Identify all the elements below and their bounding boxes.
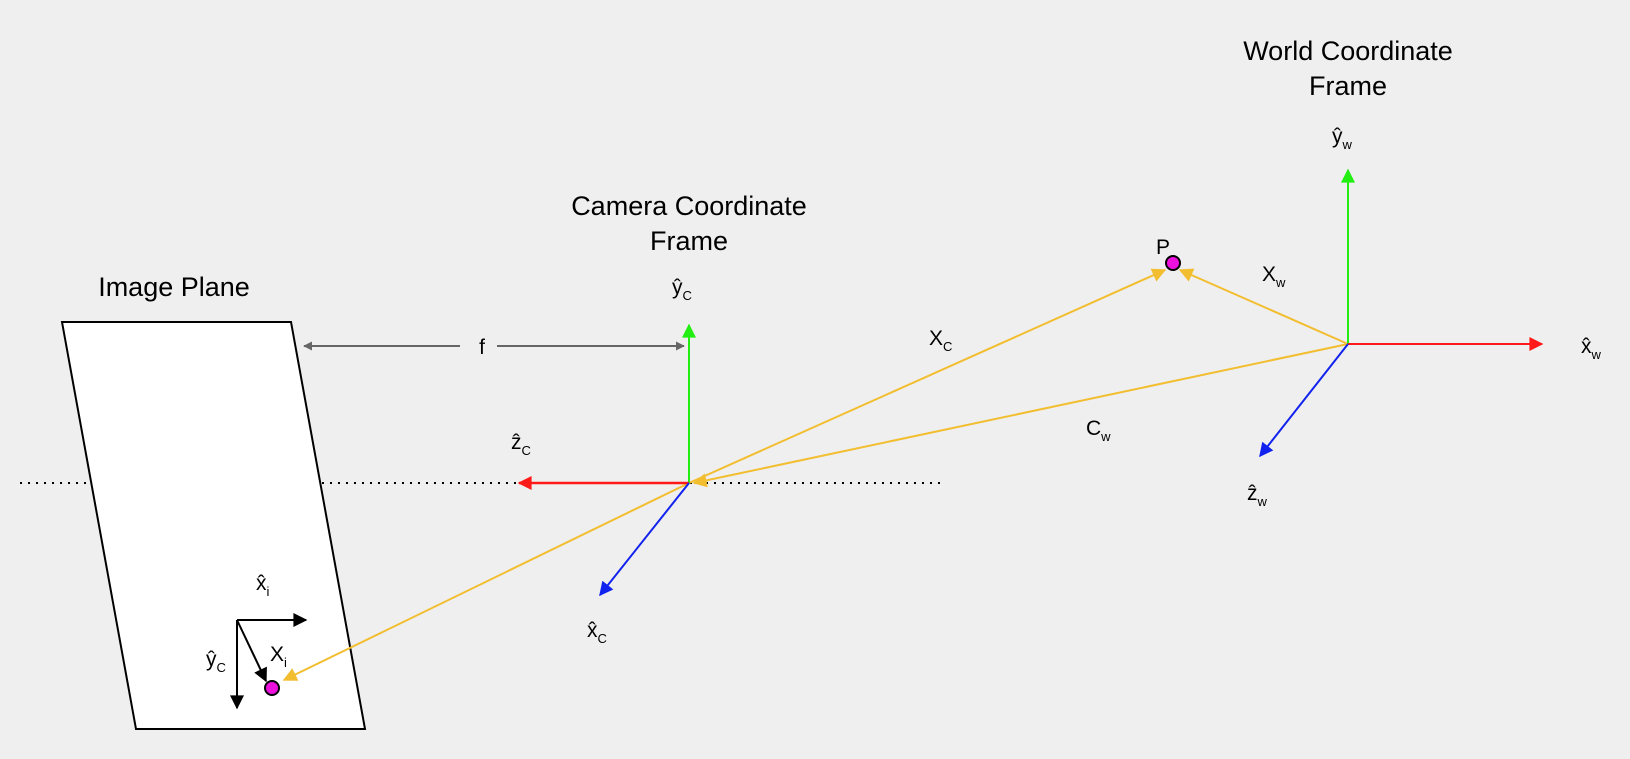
x-w-vector-label: Xw: [1262, 263, 1286, 290]
c-w-vector: [692, 343, 1349, 488]
world-y-axis-label: ŷw: [1332, 125, 1353, 152]
world-frame-title-line2: Frame: [1309, 71, 1387, 101]
image-point-marker: [264, 680, 280, 696]
x-c-vector: [688, 268, 1167, 484]
world-z-axis-label: ẑw: [1247, 482, 1268, 509]
c-w-vector-label: Cw: [1086, 417, 1111, 444]
camera-projection-diagram: Image Plane Camera Coordinate Frame Worl…: [20, 36, 1602, 730]
x-c-vector-label: XC: [929, 327, 952, 354]
x-i-projection-vector: [282, 482, 690, 681]
camera-x-axis: [599, 482, 690, 597]
focal-length-label: f: [479, 336, 485, 359]
camera-y-axis-label: ŷC: [672, 276, 692, 303]
world-frame-title-line1: World Coordinate: [1243, 36, 1453, 66]
image-plane-title: Image Plane: [98, 272, 250, 302]
point-p-label: P: [1156, 236, 1170, 259]
camera-frame-title-line1: Camera Coordinate: [571, 191, 807, 221]
camera-frame-title-line2: Frame: [650, 226, 728, 256]
world-x-axis-label: x̂w: [1581, 335, 1602, 362]
camera-x-axis-label: x̂C: [587, 619, 607, 646]
camera-z-axis-label: ẑC: [511, 431, 531, 458]
